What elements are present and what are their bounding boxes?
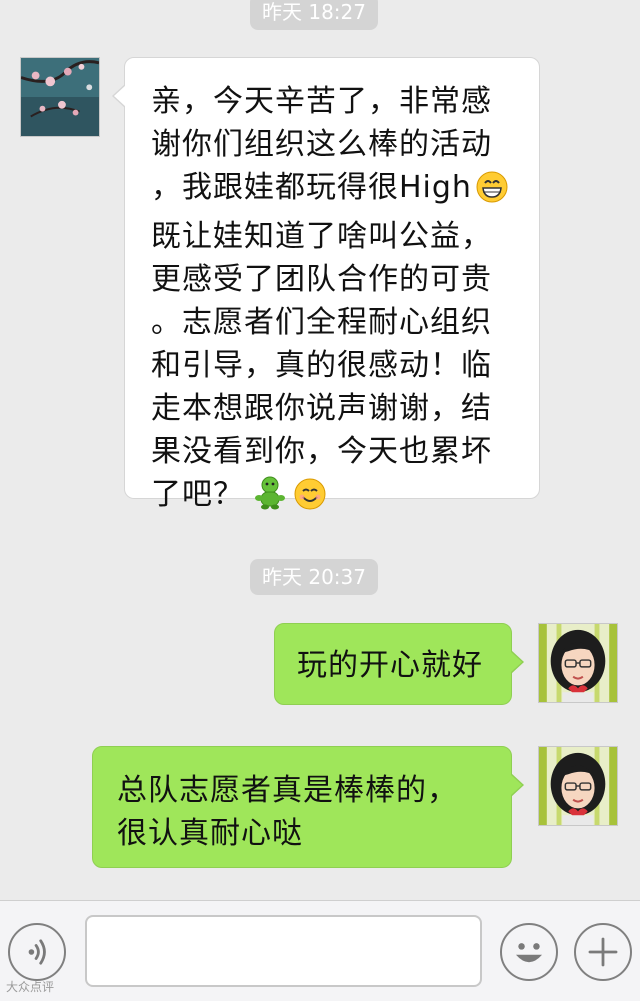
watermark: 大众点评 [6, 980, 55, 994]
smile-emoji [294, 478, 326, 522]
timestamp: 昨天 18:27 [250, 0, 378, 30]
message-line: 了吧？ [151, 473, 539, 522]
message-line: 既让娃知道了啥叫公益， [151, 219, 492, 254]
emoji-button[interactable] [500, 923, 558, 981]
green-figure-emoji [254, 476, 286, 522]
message-line: 很认真耐心哒 [117, 816, 303, 851]
message-line: 和引导，真的很感动！临 [151, 348, 492, 383]
message-line: 更感受了团队合作的可贵 [151, 262, 492, 297]
message-line: 果没看到你，今天也累坏 [151, 434, 492, 469]
chat-area[interactable]: 昨天 18:27 亲，今天辛苦了，非常感 谢你们组织这么棒的活动 ，我跟娃都玩得… [0, 0, 640, 900]
voice-button[interactable] [8, 923, 66, 981]
message-line: 谢你们组织这么棒的活动 [151, 127, 492, 162]
message-line: ，我跟娃都玩得很High [151, 166, 539, 215]
message-line: 。志愿者们全程耐心组织 [151, 305, 492, 340]
plus-icon [588, 937, 618, 967]
outgoing-message-bubble[interactable]: 总队志愿者真是棒棒的， 很认真耐心哒 [92, 746, 524, 868]
message-line: 玩的开心就好 [297, 648, 483, 683]
my-avatar[interactable] [538, 746, 618, 826]
more-button[interactable] [574, 923, 632, 981]
plum-blossom-avatar-image [21, 58, 99, 136]
cartoon-girl-avatar-image [539, 624, 617, 702]
timestamp: 昨天 20:37 [250, 559, 378, 595]
outgoing-message-bubble[interactable]: 玩的开心就好 [274, 623, 524, 705]
cartoon-girl-avatar-image [539, 747, 617, 825]
voice-icon [28, 939, 46, 965]
grin-emoji [476, 171, 508, 215]
contact-avatar[interactable] [20, 57, 100, 137]
message-line: 走本想跟你说声谢谢，结 [151, 391, 492, 426]
my-avatar[interactable] [538, 623, 618, 703]
message-line: 亲，今天辛苦了，非常感 [151, 84, 492, 119]
message-line: 总队志愿者真是棒棒的， [117, 773, 458, 808]
message-input[interactable] [85, 915, 482, 987]
incoming-message-bubble[interactable]: 亲，今天辛苦了，非常感 谢你们组织这么棒的活动 ，我跟娃都玩得很High 既让娃… [112, 57, 540, 512]
emoji-icon [515, 943, 543, 963]
